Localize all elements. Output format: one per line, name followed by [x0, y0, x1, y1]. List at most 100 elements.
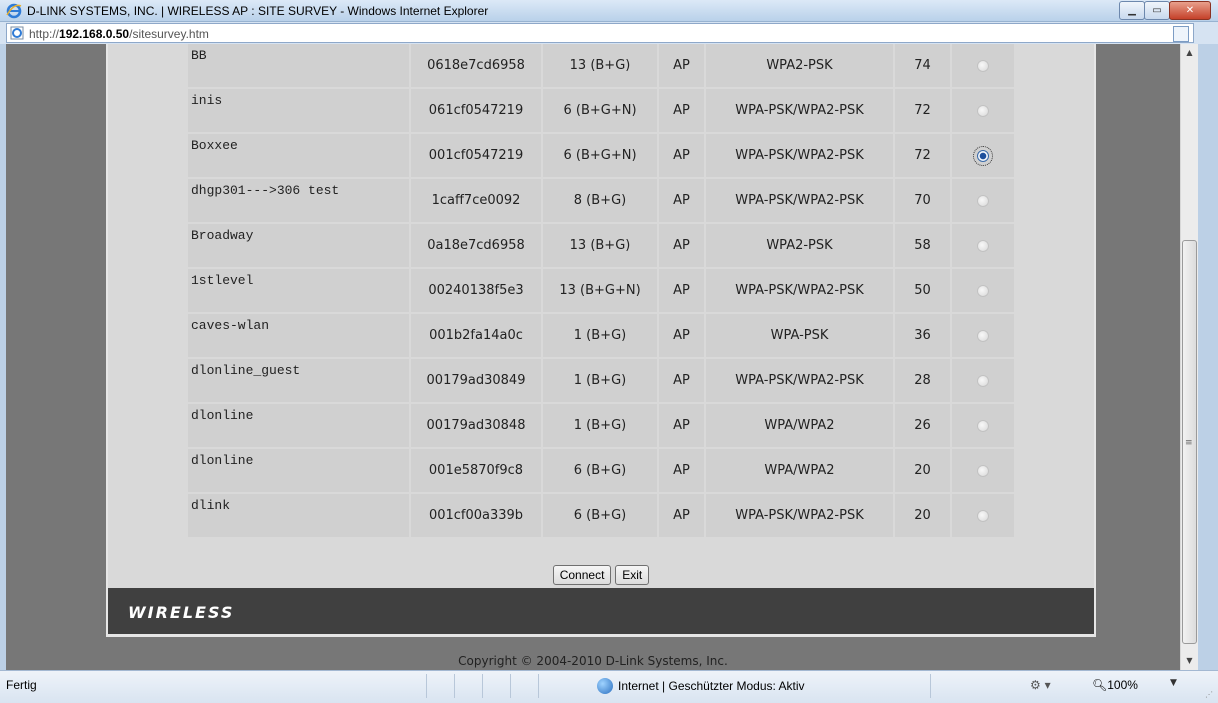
url-host: 192.168.0.50	[59, 27, 130, 41]
minimize-icon: ▁	[1128, 5, 1136, 16]
signal-cell: 50	[895, 269, 950, 312]
survey-row: BB 0618e7cd6958 13 (B+G) AP WPA2-PSK 74	[188, 44, 1014, 87]
security-cell: WPA-PSK/WPA2-PSK	[706, 179, 893, 222]
scroll-grip-icon: ≡	[1185, 438, 1193, 448]
button-row: Connect Exit	[108, 565, 1094, 585]
security-zone[interactable]: Internet | Geschützter Modus: Aktiv	[597, 678, 805, 694]
survey-row: inis 061cf0547219 6 (B+G+N) AP WPA-PSK/WPA2-…	[188, 89, 1014, 132]
ssid-cell: dhgp301--->306 test	[188, 179, 409, 222]
signal-cell: 20	[895, 449, 950, 492]
maximize-button[interactable]: ▭	[1144, 1, 1170, 20]
signal-cell: 70	[895, 179, 950, 222]
mac-cell: 061cf0547219	[411, 89, 541, 132]
zoom-text: 100%	[1107, 678, 1138, 692]
ssid-cell: dlink	[188, 494, 409, 537]
network-radio[interactable]	[977, 284, 989, 297]
type-cell: AP	[659, 314, 704, 357]
status-cell	[510, 674, 538, 698]
channel-cell: 6 (B+G+N)	[543, 89, 657, 132]
channel-cell: 13 (B+G+N)	[543, 269, 657, 312]
signal-cell: 72	[895, 89, 950, 132]
mac-cell: 001cf00a339b	[411, 494, 541, 537]
select-cell	[952, 44, 1014, 87]
scroll-down-icon[interactable]: ▼	[1181, 652, 1198, 669]
ssid-cell: caves-wlan	[188, 314, 409, 357]
ssid-cell: 1stlevel	[188, 269, 409, 312]
select-cell	[952, 359, 1014, 402]
select-cell	[952, 314, 1014, 357]
network-radio[interactable]	[977, 104, 989, 117]
network-radio[interactable]	[977, 59, 989, 72]
content-panel: BB 0618e7cd6958 13 (B+G) AP WPA2-PSK 74 inis 06…	[106, 44, 1096, 637]
status-text: Fertig	[6, 678, 37, 692]
window-controls: ▁ ▭ ✕	[1119, 1, 1211, 20]
type-cell: AP	[659, 449, 704, 492]
mac-cell: 001e5870f9c8	[411, 449, 541, 492]
network-radio[interactable]	[977, 329, 989, 342]
network-radio[interactable]	[973, 145, 993, 166]
network-radio[interactable]	[977, 464, 989, 477]
select-cell	[952, 494, 1014, 537]
close-button[interactable]: ✕	[1169, 1, 1211, 20]
minimize-button[interactable]: ▁	[1119, 1, 1145, 20]
type-cell: AP	[659, 89, 704, 132]
channel-cell: 1 (B+G)	[543, 404, 657, 447]
type-cell: AP	[659, 404, 704, 447]
security-cell: WPA2-PSK	[706, 224, 893, 267]
resize-grip-icon[interactable]: ⋰	[1205, 690, 1213, 699]
ssid-cell: dlonline_guest	[188, 359, 409, 402]
signal-cell: 72	[895, 134, 950, 177]
url-prefix: http://	[29, 27, 60, 41]
exit-button[interactable]: Exit	[615, 565, 650, 585]
status-divider	[930, 674, 931, 698]
window-title: D-LINK SYSTEMS, INC. | WIRELESS AP : SIT…	[27, 4, 489, 18]
channel-cell: 6 (B+G+N)	[543, 134, 657, 177]
channel-cell: 6 (B+G)	[543, 494, 657, 537]
security-cell: WPA-PSK/WPA2-PSK	[706, 89, 893, 132]
security-cell: WPA-PSK/WPA2-PSK	[706, 269, 893, 312]
signal-cell: 58	[895, 224, 950, 267]
type-cell: AP	[659, 359, 704, 402]
signal-cell: 28	[895, 359, 950, 402]
globe-icon	[597, 678, 613, 694]
protected-mode-icon[interactable]: ⚙ ▾	[1030, 678, 1051, 692]
footer-bar: WIRELESS	[108, 588, 1094, 634]
network-radio[interactable]	[977, 419, 989, 432]
security-cell: WPA/WPA2	[706, 449, 893, 492]
status-cell	[454, 674, 482, 698]
signal-cell: 74	[895, 44, 950, 87]
signal-cell: 20	[895, 494, 950, 537]
zoom-dropdown-icon[interactable]: ▼	[1170, 678, 1177, 688]
url-path: /sitesurvey.htm	[129, 27, 209, 41]
network-radio[interactable]	[977, 509, 989, 522]
network-radio[interactable]	[977, 239, 989, 252]
network-radio[interactable]	[977, 194, 989, 207]
address-input[interactable]: http://192.168.0.50/sitesurvey.htm	[6, 23, 1194, 43]
survey-row: dlink 001cf00a339b 6 (B+G) AP WPA-PSK/WPA2-P…	[188, 494, 1014, 537]
select-cell	[952, 179, 1014, 222]
security-cell: WPA-PSK/WPA2-PSK	[706, 134, 893, 177]
vertical-scrollbar[interactable]: ▲ ≡ ▼	[1180, 44, 1198, 670]
type-cell: AP	[659, 44, 704, 87]
url-text: http://192.168.0.50/sitesurvey.htm	[29, 27, 209, 41]
connect-button[interactable]: Connect	[552, 565, 612, 585]
title-bar: D-LINK SYSTEMS, INC. | WIRELESS AP : SIT…	[0, 0, 1218, 22]
survey-row: Broadway 0a18e7cd6958 13 (B+G) AP WPA2-PSK 58	[188, 224, 1014, 267]
security-cell: WPA-PSK	[706, 314, 893, 357]
survey-row: dlonline 00179ad30848 1 (B+G) AP WPA/WPA2 26	[188, 404, 1014, 447]
security-cell: WPA-PSK/WPA2-PSK	[706, 494, 893, 537]
compatibility-view-icon[interactable]	[1173, 26, 1189, 42]
mac-cell: 00240138f5e3	[411, 269, 541, 312]
survey-row: caves-wlan 001b2fa14a0c 1 (B+G) AP WPA-PSK 36	[188, 314, 1014, 357]
zoom-level[interactable]: 🔍︎100%	[1092, 678, 1138, 692]
type-cell: AP	[659, 134, 704, 177]
maximize-icon: ▭	[1152, 5, 1162, 16]
type-cell: AP	[659, 269, 704, 312]
scroll-up-icon[interactable]: ▲	[1181, 44, 1198, 61]
mac-cell: 001b2fa14a0c	[411, 314, 541, 357]
network-radio[interactable]	[977, 374, 989, 387]
ssid-cell: inis	[188, 89, 409, 132]
survey-row: 1stlevel 00240138f5e3 13 (B+G+N) AP WPA-PSK/…	[188, 269, 1014, 312]
survey-row: dhgp301--->306 test 1caff7ce0092 8 (B+G) AP…	[188, 179, 1014, 222]
survey-row: dlonline 001e5870f9c8 6 (B+G) AP WPA/WPA2 20	[188, 449, 1014, 492]
